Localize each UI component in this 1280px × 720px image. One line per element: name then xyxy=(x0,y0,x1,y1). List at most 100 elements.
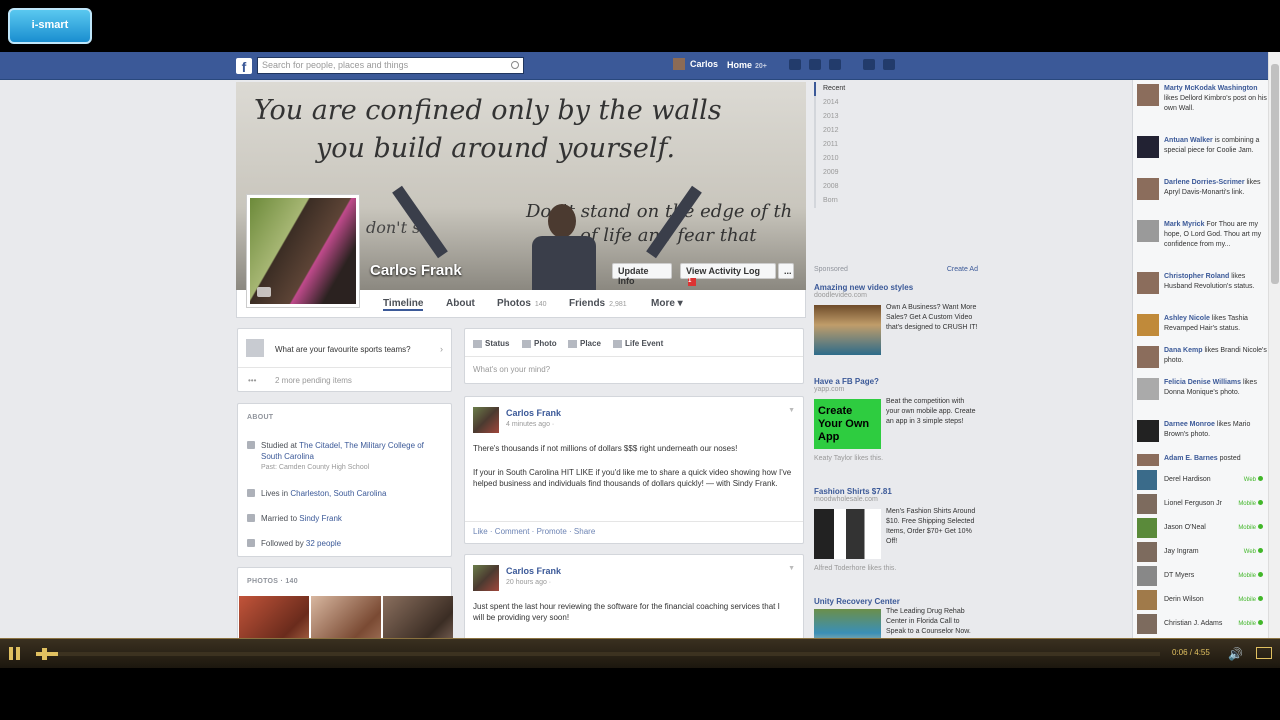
chat-contact[interactable]: Jay Ingram Web xyxy=(1137,542,1267,562)
ticker-story[interactable]: Ashley Nicole likes Tashia Revamped Hair… xyxy=(1137,314,1267,336)
photos-heading[interactable]: PHOTOS · 140 xyxy=(247,578,298,585)
ad-item[interactable]: Amazing new video styles doodlevideo.com… xyxy=(814,283,978,367)
post-author[interactable]: Carlos Frank xyxy=(506,408,561,418)
sports-teams-prompt[interactable]: What are your favourite sports teams? › … xyxy=(237,328,452,392)
avatar[interactable] xyxy=(473,565,499,591)
settings-caret-icon[interactable] xyxy=(883,59,895,70)
about-lives-in: Lives in Charleston, South Carolina xyxy=(247,488,442,499)
year-link[interactable]: 2011 xyxy=(816,138,874,152)
year-link[interactable]: 2013 xyxy=(816,110,874,124)
facebook-logo-icon[interactable]: f xyxy=(236,58,252,75)
pending-items-link[interactable]: 2 more pending items xyxy=(275,376,352,385)
year-link[interactable]: 2008 xyxy=(816,180,874,194)
chat-contact[interactable]: Christian J. Adams Mobile xyxy=(1137,614,1267,634)
update-info-button[interactable]: Update Info xyxy=(612,263,672,286)
composer-tab-status[interactable]: Status xyxy=(473,339,509,348)
ad-image[interactable]: Create Your Own App xyxy=(814,399,881,449)
ticker-story[interactable]: Darlene Dorries-Scrimer likes Apryl Davi… xyxy=(1137,178,1267,200)
chevron-down-icon[interactable]: ▼ xyxy=(788,565,795,572)
year-link[interactable]: 2010 xyxy=(816,152,874,166)
composer-tab-life-event[interactable]: Life Event xyxy=(613,339,663,348)
avatar xyxy=(1137,454,1159,466)
avatar xyxy=(1137,178,1159,200)
studied-prefix: Studied at xyxy=(261,441,300,450)
fullscreen-icon[interactable] xyxy=(1256,647,1272,659)
city-link[interactable]: Charleston, South Carolina xyxy=(290,489,386,498)
year-link[interactable]: 2012 xyxy=(816,124,874,138)
ad-item[interactable]: Have a FB Page? yapp.com Create Your Own… xyxy=(814,377,978,477)
tab-timeline[interactable]: Timeline xyxy=(383,298,424,311)
search-placeholder: Search for people, places and things xyxy=(262,60,409,70)
ticker-story[interactable]: Darnee Monroe likes Mario Brown's photo. xyxy=(1137,420,1267,442)
ad-title[interactable]: Unity Recovery Center xyxy=(814,597,978,606)
composer-tab-place[interactable]: Place xyxy=(568,339,601,348)
volume-icon[interactable]: 🔊 xyxy=(1228,647,1246,661)
tab-photos[interactable]: Photos 140 xyxy=(497,298,547,309)
post-composer: Status Photo Place Life Event What's on … xyxy=(464,328,804,384)
year-link[interactable]: Born xyxy=(816,194,874,208)
timeline-year-nav: Recent 2014 2013 2012 2011 2010 2009 200… xyxy=(814,82,874,208)
more-options-button[interactable]: ... xyxy=(778,263,794,279)
year-link[interactable]: Recent xyxy=(814,82,874,96)
ad-image[interactable] xyxy=(814,509,881,559)
year-link[interactable]: 2014 xyxy=(816,96,874,110)
ad-title[interactable]: Have a FB Page? xyxy=(814,377,978,386)
chevron-right-icon[interactable]: › xyxy=(440,344,443,354)
pause-button[interactable] xyxy=(6,645,24,663)
online-dot-icon xyxy=(1258,476,1263,481)
chat-contact[interactable]: Jason O'Neal Mobile xyxy=(1137,518,1267,538)
chevron-down-icon[interactable]: ▼ xyxy=(788,407,795,414)
tab-label: Friends xyxy=(569,298,606,309)
tab-more[interactable]: More ▾ xyxy=(651,298,683,309)
spouse-link[interactable]: Sindy Frank xyxy=(299,514,342,523)
ticker-story[interactable]: Adam E. Barnes posted xyxy=(1137,454,1267,466)
tab-about[interactable]: About xyxy=(446,298,475,309)
post-actions[interactable]: Like · Comment · Promote · Share xyxy=(473,527,595,536)
avatar xyxy=(1137,378,1159,400)
post-author[interactable]: Carlos Frank xyxy=(506,566,561,576)
camera-icon[interactable] xyxy=(257,287,271,297)
nav-user-link[interactable]: Carlos xyxy=(673,58,718,70)
search-input[interactable]: Search for people, places and things xyxy=(257,57,524,74)
followers-link[interactable]: 32 people xyxy=(306,539,341,548)
progress-bar[interactable] xyxy=(36,652,1160,656)
ad-title[interactable]: Fashion Shirts $7.81 xyxy=(814,487,978,496)
ad-item[interactable]: Fashion Shirts $7.81 moodwholesale.com M… xyxy=(814,487,978,587)
profile-name[interactable]: Carlos Frank xyxy=(370,262,462,279)
page-scrollbar[interactable] xyxy=(1268,52,1280,668)
post-timestamp[interactable]: 20 hours ago · xyxy=(506,579,551,586)
about-heading[interactable]: ABOUT xyxy=(247,414,273,421)
home-link[interactable]: Home 20+ xyxy=(727,60,767,70)
composer-tab-photo[interactable]: Photo xyxy=(522,339,557,348)
ticker-story[interactable]: Mark Myrick For Thou are my hope, O Lord… xyxy=(1137,220,1267,250)
create-ad-link[interactable]: Create Ad xyxy=(947,266,978,273)
post-timestamp[interactable]: 4 minutes ago · xyxy=(506,421,554,428)
search-icon[interactable] xyxy=(511,61,519,69)
ad-image[interactable] xyxy=(814,305,881,355)
profile-picture[interactable] xyxy=(246,194,360,308)
chat-contact[interactable]: Lionel Ferguson Jr Mobile xyxy=(1137,494,1267,514)
scrollbar-thumb[interactable] xyxy=(1271,64,1279,284)
time-readout: 0:06 / 4:55 xyxy=(1172,648,1210,657)
ticker-story[interactable]: Dana Kemp likes Brandi Nicole's photo. xyxy=(1137,346,1267,368)
notifications-icon[interactable] xyxy=(829,59,841,70)
year-link[interactable]: 2009 xyxy=(816,166,874,180)
ticker-story[interactable]: Antuan Walker is combining a special pie… xyxy=(1137,136,1267,158)
messages-icon[interactable] xyxy=(809,59,821,70)
ticker-story[interactable]: Felicia Denise Williams likes Donna Moni… xyxy=(1137,378,1267,400)
friend-requests-icon[interactable] xyxy=(789,59,801,70)
status-input[interactable]: What's on your mind? xyxy=(473,365,550,374)
privacy-shortcuts-icon[interactable] xyxy=(863,59,875,70)
tab-friends[interactable]: Friends 2,981 xyxy=(569,298,627,309)
ticker-story[interactable]: Marty McKodak Washington likes Dellord K… xyxy=(1137,84,1267,114)
avatar[interactable] xyxy=(473,407,499,433)
chat-contact[interactable]: DT Myers Mobile xyxy=(1137,566,1267,586)
progress-handle[interactable] xyxy=(42,648,47,660)
chat-contact[interactable]: Derin Wilson Mobile xyxy=(1137,590,1267,610)
chat-contact[interactable]: Derel Hardison Web xyxy=(1137,470,1267,490)
cover-person-head xyxy=(548,204,576,238)
view-activity-log-button[interactable]: View Activity Log1 xyxy=(680,263,776,286)
ticker-story[interactable]: Christopher Roland likes Husband Revolut… xyxy=(1137,272,1267,294)
profile-photo xyxy=(250,198,356,304)
ad-title[interactable]: Amazing new video styles xyxy=(814,283,978,292)
